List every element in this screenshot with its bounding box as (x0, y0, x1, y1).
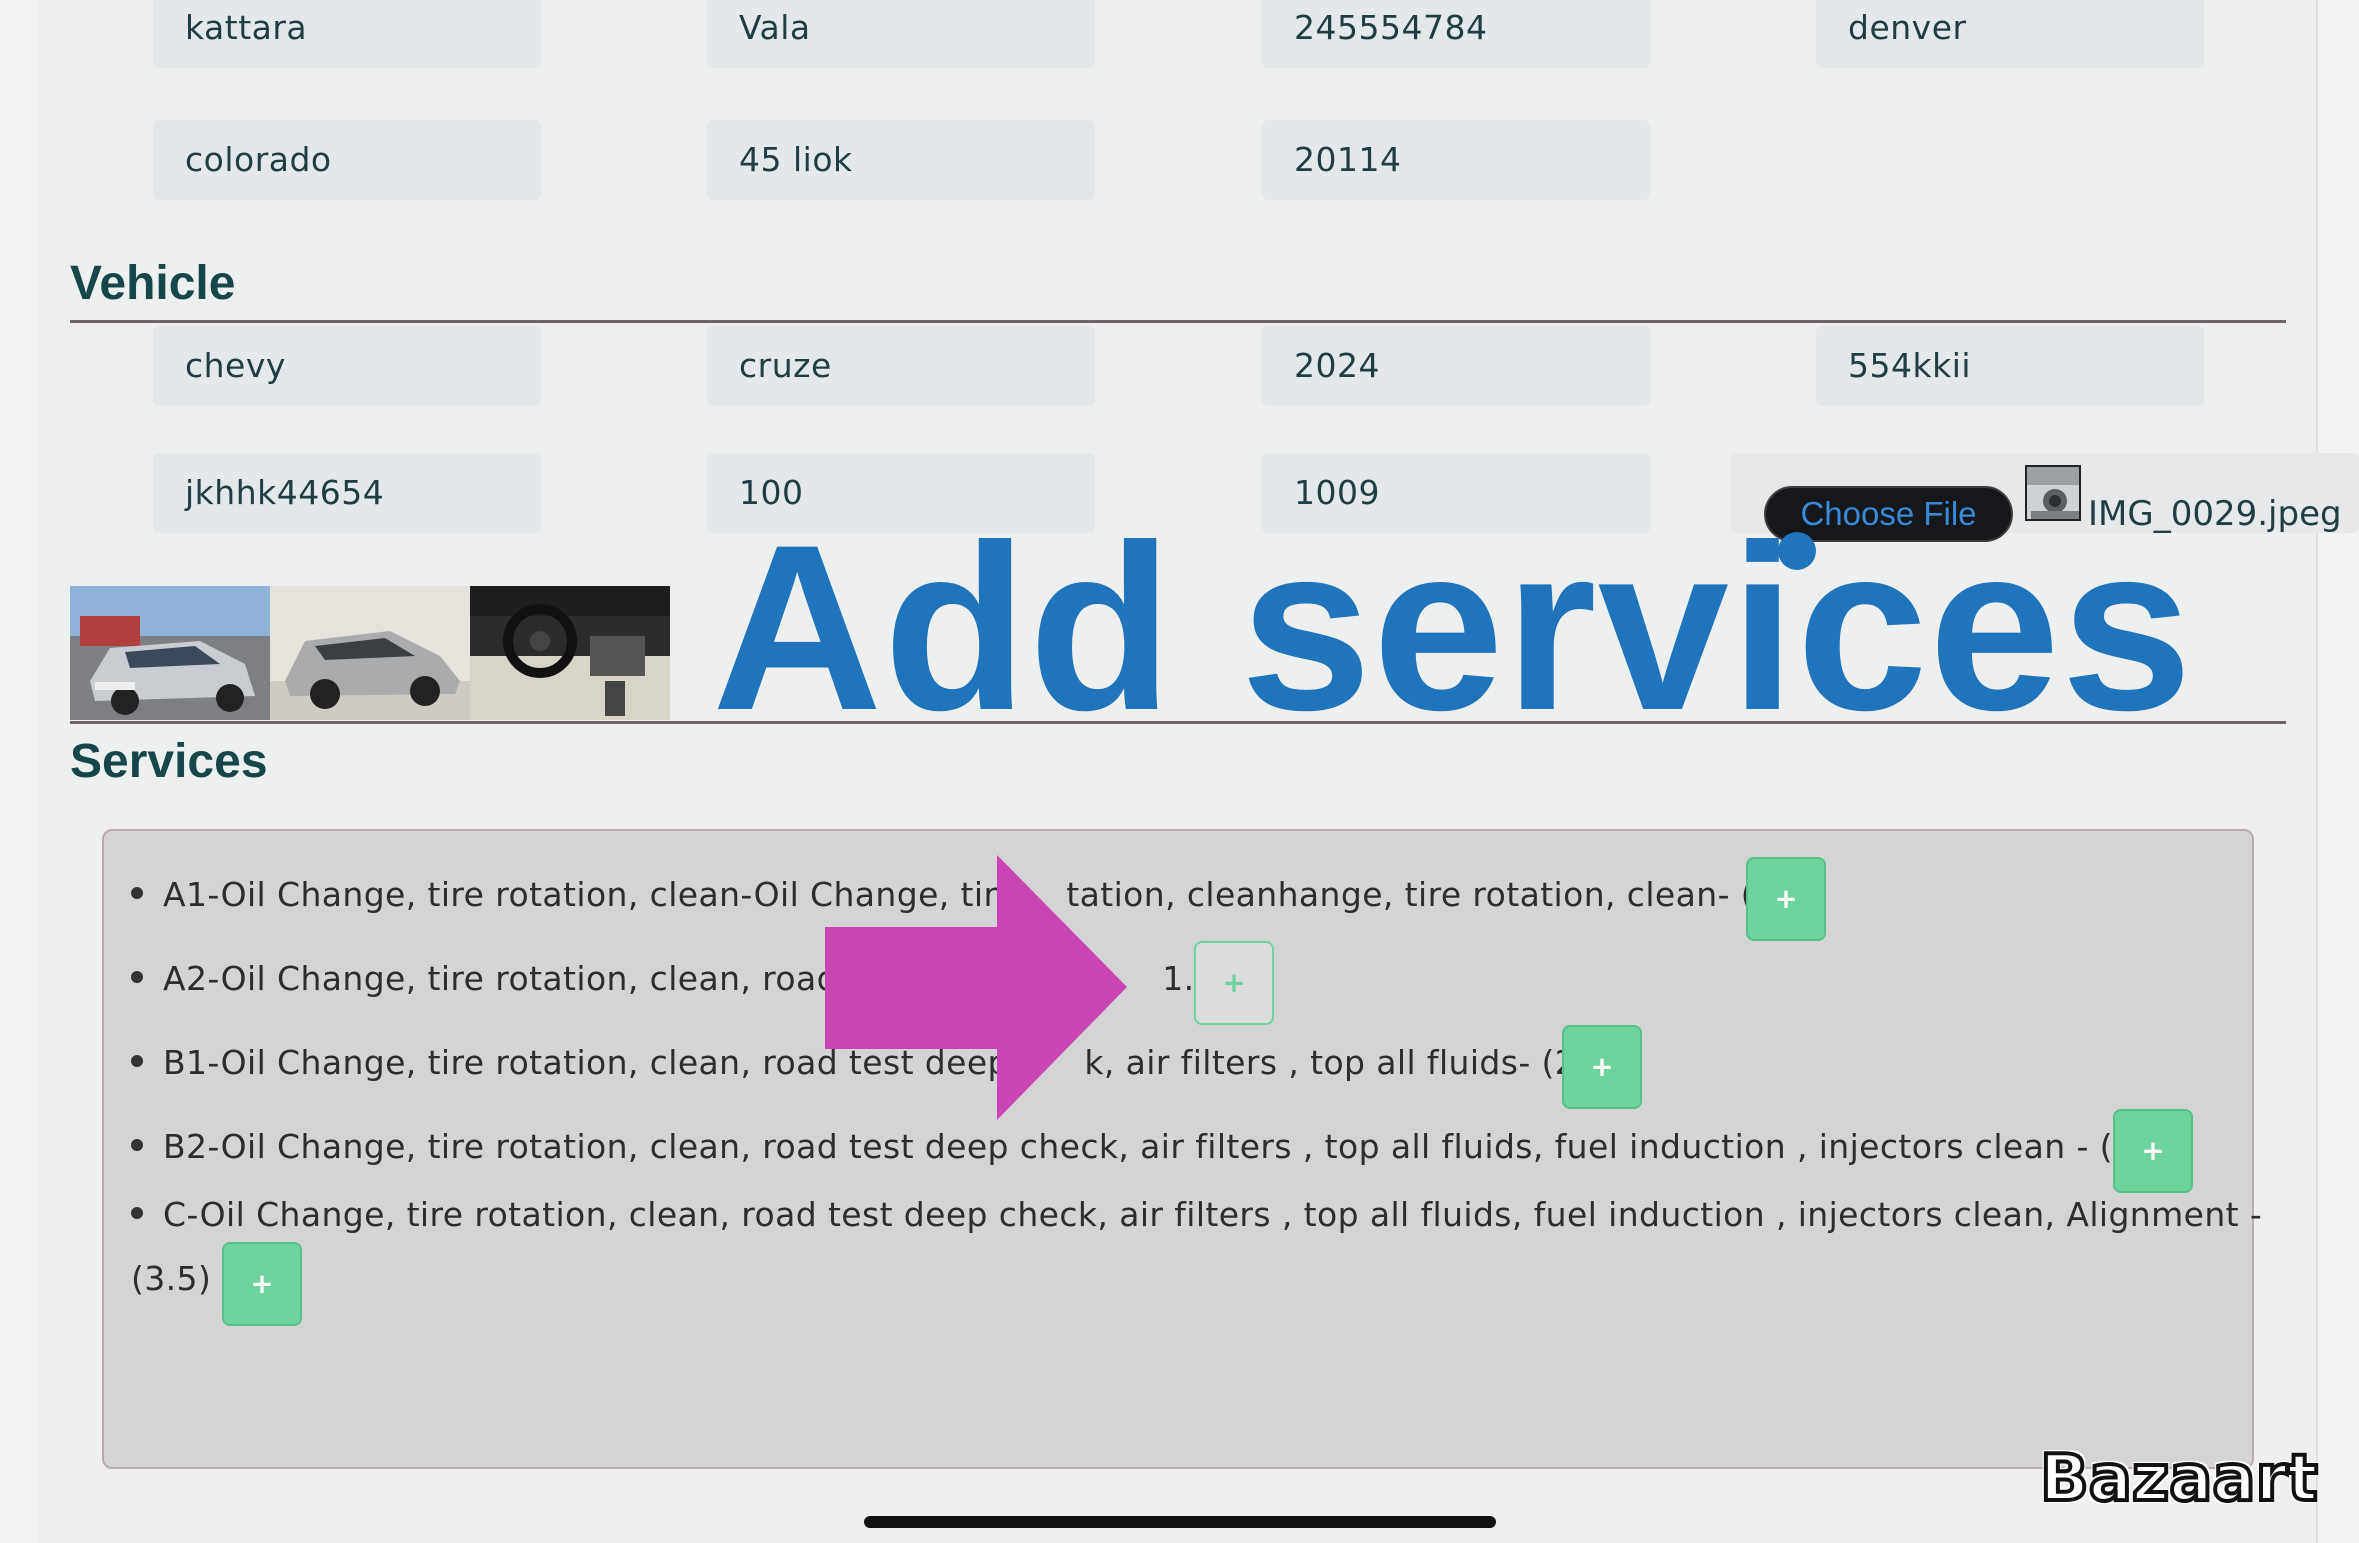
services-list: A1-Oil Change, tire rotation, clean-Oil … (102, 829, 2262, 1469)
title-dot-decoration (1778, 532, 1816, 570)
services-heading: Services (70, 735, 268, 788)
vehicle-photo-front[interactable] (70, 586, 270, 720)
service-item-b1-label-tail: k, air filters , top all fluids- (2) (1084, 1043, 1590, 1082)
first-name-field[interactable]: kattara (153, 0, 541, 68)
service-item-c: C-Oil Change, tire rotation, clean, road… (131, 1195, 2262, 1234)
annotation-arrow-icon (825, 855, 1127, 1120)
vehicle-photo-side[interactable] (270, 586, 470, 720)
list-bullet (131, 1138, 143, 1151)
vehicle-make-field[interactable]: chevy (153, 326, 541, 406)
home-indicator (864, 1516, 1496, 1528)
zip-field[interactable]: 20114 (1262, 120, 1650, 200)
service-item-a1-label-tail: tation, cleanhange, tire rotation, clean… (1066, 875, 1800, 914)
service-item-c-label: C-Oil Change, tire rotation, clean, road… (163, 1195, 2263, 1234)
last-name-field[interactable]: Vala (707, 0, 1095, 68)
vehicle-heading: Vehicle (70, 257, 236, 310)
service-item-c-continued: (3.5) (131, 1259, 211, 1298)
service-item-b2: B2-Oil Change, tire rotation, clean, roa… (131, 1127, 2180, 1166)
service-item-a2-label: A2-Oil Change, tire rotation, clean, roa… (163, 959, 863, 998)
service-item-c-price: (3.5) (131, 1259, 212, 1298)
add-service-b1-button[interactable]: + (1562, 1025, 1642, 1109)
list-bullet (131, 1054, 143, 1067)
vehicle-plate-field[interactable]: 554kkii (1816, 326, 2204, 406)
list-bullet (131, 1206, 143, 1219)
state-field[interactable]: colorado (153, 120, 541, 200)
vehicle-model-field[interactable]: cruze (707, 326, 1095, 406)
services-divider (70, 721, 2286, 724)
phone-field[interactable]: 245554784 (1262, 0, 1650, 68)
address-field[interactable]: 45 liok (707, 120, 1095, 200)
add-service-a1-button[interactable]: + (1746, 857, 1826, 941)
city-field[interactable]: denver (1816, 0, 2204, 68)
service-item-b2-label: B2-Oil Change, tire rotation, clean, roa… (163, 1127, 2180, 1166)
add-services-title: Add services (712, 496, 2194, 760)
list-bullet (131, 970, 143, 983)
watermark-logo: Bazaart (2038, 1440, 2320, 1518)
vehicle-year-field[interactable]: 2024 (1262, 326, 1650, 406)
vehicle-photo-interior[interactable] (470, 586, 670, 720)
add-service-c-button[interactable]: + (222, 1242, 302, 1326)
vehicle-divider (70, 320, 2286, 323)
add-service-b2-button[interactable]: + (2113, 1109, 2193, 1193)
vehicle-vin-field[interactable]: jkhhk44654 (153, 453, 541, 533)
list-bullet (131, 886, 143, 899)
add-service-a2-button[interactable]: + (1194, 941, 1274, 1025)
